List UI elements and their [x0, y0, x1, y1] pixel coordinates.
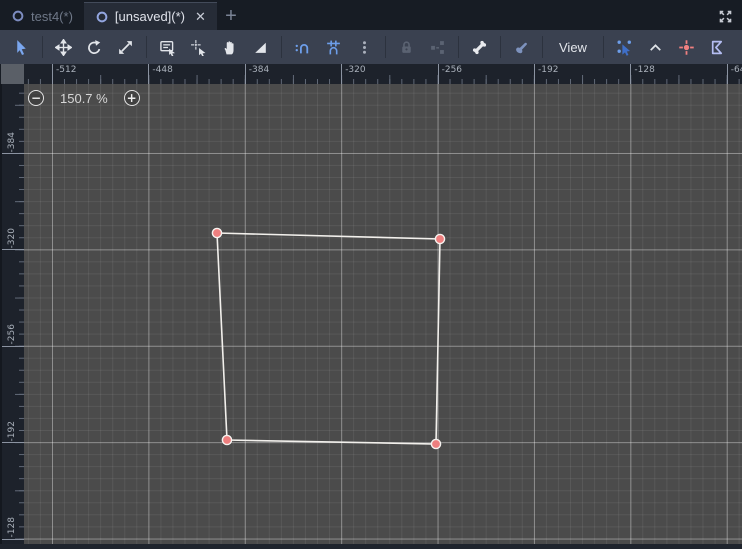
- snap-config-button[interactable]: [738, 35, 742, 59]
- add-point-icon: [679, 39, 694, 55]
- move-tool-button[interactable]: [53, 35, 74, 59]
- ruler-label: -192: [7, 420, 17, 442]
- ruler-label: -384: [7, 131, 17, 152]
- ruler-label: -256: [7, 324, 17, 345]
- edit-polygon-icon: [711, 40, 723, 54]
- toolbar-separator: [281, 36, 282, 58]
- horizontal-ruler: -512 -448 -384 -320 -256 -192 -128 -64: [24, 64, 742, 84]
- ruler-label: -128: [630, 64, 655, 84]
- vertical-ruler: -384 -320 -256 -192 -128: [0, 84, 24, 549]
- ruler-label: -256: [437, 64, 462, 84]
- toolbar-separator: [458, 36, 459, 58]
- ruler-label: -128: [7, 517, 17, 538]
- ruler-label: -64: [726, 64, 742, 84]
- toolbar-separator: [385, 36, 386, 58]
- list-select-button[interactable]: [157, 35, 178, 59]
- bone-icon: [472, 40, 487, 54]
- ruler-label: -512: [52, 64, 76, 84]
- pan-tool-button[interactable]: [219, 35, 240, 59]
- toolbar-separator: [602, 36, 604, 58]
- scene-tab-label: test4(*): [31, 8, 73, 24]
- move-tool-icon: [55, 38, 72, 56]
- ruler-tool-button[interactable]: [250, 35, 271, 59]
- snap-options-dots-icon: [363, 40, 366, 54]
- expand-icon: [719, 10, 731, 22]
- smart-snap-icon: [295, 43, 309, 53]
- polygon-vertex-handle[interactable]: [430, 438, 442, 450]
- godot-2d-editor: test4(*) [unsaved](*) ✕ + View -512 -448…: [0, 0, 742, 549]
- lock-icon: [402, 40, 411, 53]
- grid-snap-button[interactable]: [323, 35, 344, 59]
- scale-tool-button[interactable]: [115, 35, 136, 59]
- scene-tab-bar: test4(*) [unsaved](*) ✕ +: [0, 0, 742, 30]
- ruler-label: -384: [244, 64, 269, 84]
- toolbar-separator: [500, 36, 501, 58]
- scene-tab-unsaved[interactable]: [unsaved](*) ✕: [83, 2, 217, 30]
- ruler-label: -320: [341, 64, 366, 84]
- scene-circle-icon: [12, 10, 24, 22]
- show-bones-button[interactable]: [469, 35, 490, 59]
- polygon-overlay: [211, 227, 446, 450]
- polygon-vertex-handle[interactable]: [211, 227, 223, 239]
- expand-viewport-button[interactable]: [714, 5, 736, 27]
- scene-tab-test4[interactable]: test4(*): [0, 2, 84, 30]
- skeleton-options-button[interactable]: [511, 35, 532, 59]
- rotate-tool-button[interactable]: [84, 35, 105, 59]
- zoom-in-button[interactable]: +: [123, 90, 140, 106]
- edited-polygon[interactable]: [216, 232, 441, 445]
- grid-snap-icon: [327, 40, 340, 54]
- list-select-icon: [160, 40, 175, 56]
- canvas-toolbar: View: [0, 30, 742, 64]
- smart-snap-button[interactable]: [292, 35, 313, 59]
- toolbar-separator: [542, 36, 543, 58]
- group-icon: [431, 40, 444, 54]
- skeleton-options-icon: [516, 42, 527, 53]
- bottom-panel-edge: [0, 544, 742, 549]
- pivot-icon: [191, 39, 206, 56]
- polygon-vertex-handle[interactable]: [221, 434, 233, 446]
- edit-points-icon: [617, 39, 631, 56]
- select-tool-button[interactable]: [11, 35, 32, 59]
- edit-points-button[interactable]: [614, 35, 635, 59]
- zoom-controls: − 150.7 % +: [28, 89, 140, 107]
- zoom-level-value[interactable]: 150.7 %: [50, 91, 118, 106]
- lock-object-button[interactable]: [396, 35, 417, 59]
- select-tool-icon: [17, 39, 26, 55]
- pivot-tool-button[interactable]: [188, 35, 209, 59]
- group-children-button[interactable]: [427, 35, 448, 59]
- zoom-out-button[interactable]: −: [28, 90, 44, 106]
- polygon-vertex-handle[interactable]: [434, 233, 446, 245]
- new-scene-tab-button[interactable]: +: [217, 2, 245, 30]
- collapse-menu-button[interactable]: [645, 35, 666, 59]
- view-menu-button[interactable]: View: [550, 35, 596, 59]
- chevron-up-icon: [650, 43, 661, 51]
- rotate-tool-icon: [88, 39, 101, 54]
- toolbar-separator: [42, 36, 43, 58]
- ruler-label: -448: [148, 64, 173, 84]
- toolbar-separator: [146, 36, 147, 58]
- ruler-icon: [255, 42, 266, 53]
- 2d-viewport-canvas[interactable]: − 150.7 % +: [24, 84, 742, 549]
- edit-polygon-button[interactable]: [707, 35, 728, 59]
- close-tab-icon[interactable]: ✕: [195, 10, 206, 23]
- ruler-label: -192: [534, 64, 558, 84]
- snap-options-button[interactable]: [354, 35, 375, 59]
- add-point-button[interactable]: [676, 35, 697, 59]
- pan-hand-icon: [224, 40, 234, 54]
- scene-circle-icon: [96, 11, 108, 22]
- ruler-corner-box: [1, 64, 24, 84]
- scene-tab-label: [unsaved](*): [114, 9, 185, 24]
- ruler-label: -320: [7, 227, 17, 249]
- scale-tool-icon: [119, 40, 132, 54]
